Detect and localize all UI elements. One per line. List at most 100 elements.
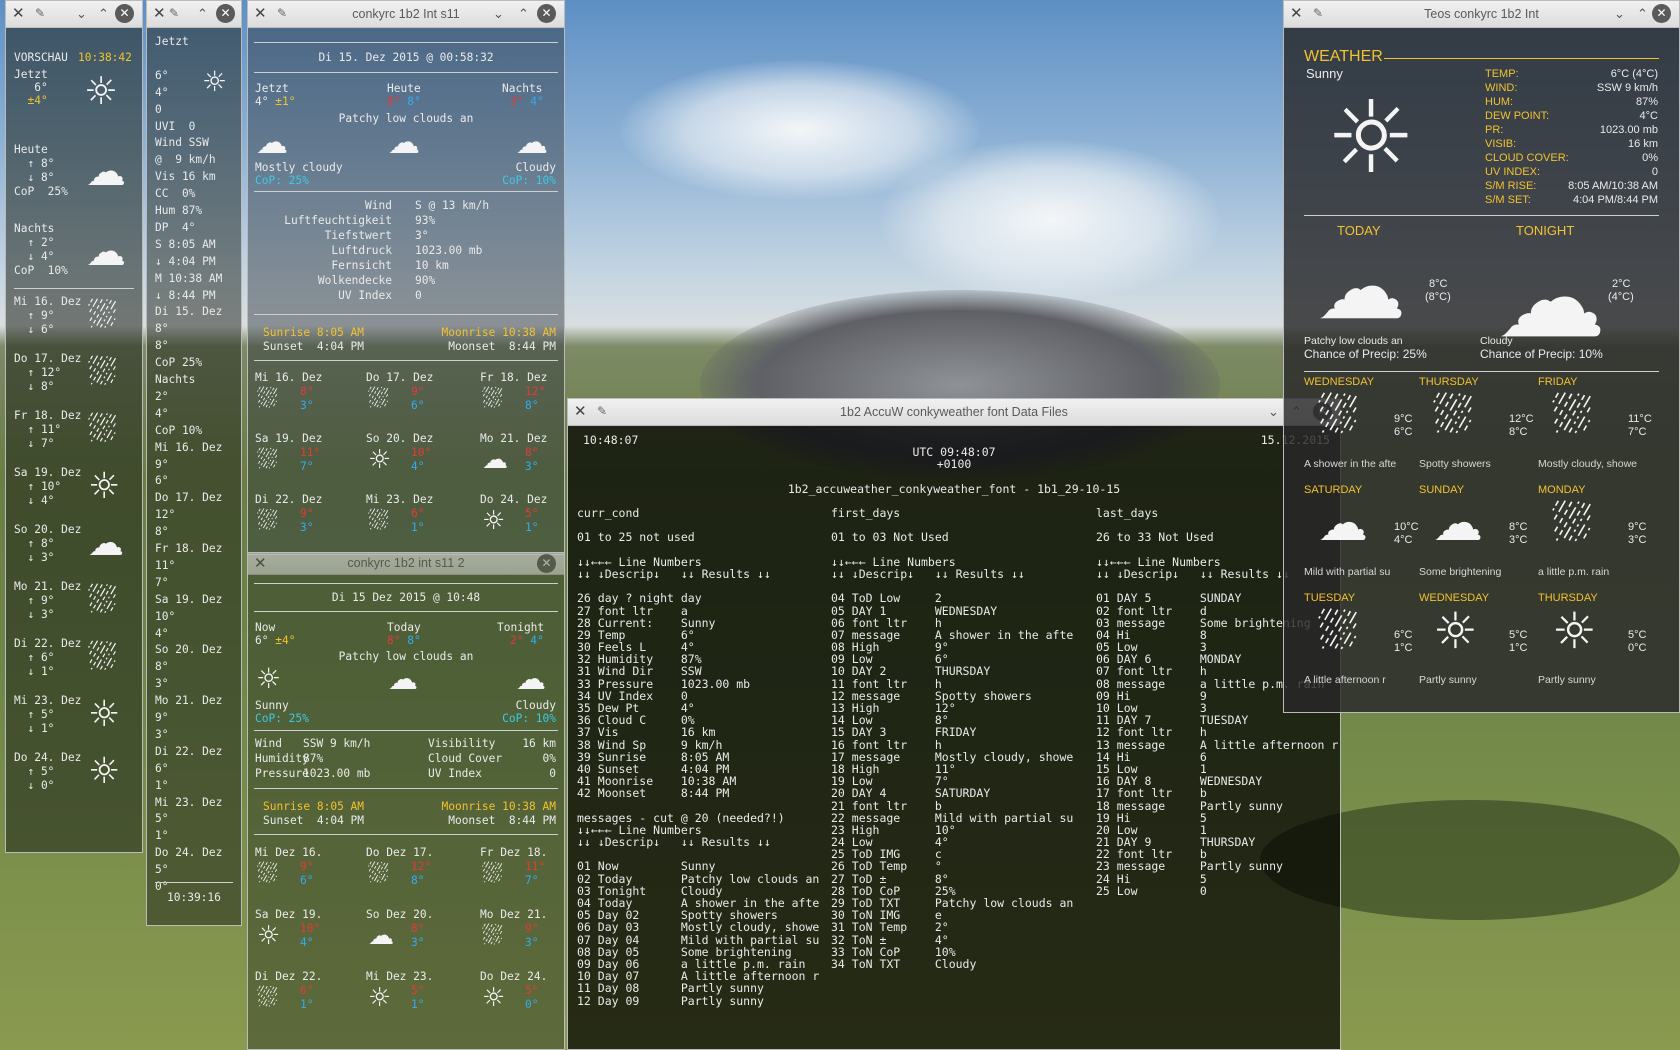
collapse-icon[interactable]: ⌄ — [76, 6, 87, 22]
conky-window-vorschau[interactable]: ✕ ✎ ⌄ ⌃ ✕ VORSCHAU 10:38:42 Jetzt 6° ±4°… — [5, 0, 143, 853]
weather-heading: WEATHER — [1304, 48, 1383, 65]
conky-window-data-files[interactable]: ✕ ✎ 1b2 AccuW conkyweather font Data Fil… — [567, 398, 1341, 1050]
close-icon[interactable]: ✕ — [216, 4, 235, 23]
cloud-sun-icon: ☁ — [1316, 235, 1406, 340]
detail-label: Tiefstwert — [324, 229, 392, 242]
day-low: 6°C — [1394, 426, 1413, 438]
sunset: Sunset 4:04 PM — [263, 814, 365, 827]
pin-icon[interactable]: ✎ — [169, 6, 179, 20]
right-desc: Cloudy — [515, 161, 556, 174]
clock: 10:39:16 — [167, 891, 221, 904]
day-low: ↓ 6° — [14, 323, 55, 336]
title-bar[interactable]: ✕ ✎ Teos conkyrc 1b2 Int ⌄ ⌃ ✕ — [1284, 1, 1679, 28]
window-title: 1b2 AccuW conkyweather font Data Files — [840, 405, 1068, 419]
info-line: 1° — [155, 829, 169, 843]
night-high: ↑ 2° — [14, 236, 55, 249]
day-name: Mo 21. Dez — [480, 432, 548, 445]
sunset: Sunset 4:04 PM — [263, 340, 365, 353]
today-label: Heute — [387, 82, 421, 95]
rain-icon: ⛆ — [1318, 602, 1358, 660]
date-line: Di 15. Dez 2015 @ 00:58:32 — [318, 51, 494, 64]
info-line: ↓ 4:04 PM — [155, 254, 216, 268]
sunrise: Sunrise 8:05 AM — [263, 800, 365, 813]
sky-cloud — [880, 140, 1220, 300]
info-line: Wind SSW — [155, 136, 209, 150]
conky-window-teos[interactable]: ✕ ✎ Teos conkyrc 1b2 Int ⌄ ⌃ ✕ WEATHER S… — [1283, 0, 1680, 713]
stat-value: 16 km — [1628, 138, 1658, 150]
day-high: 6° — [411, 507, 425, 520]
collapse-icon[interactable]: ⌄ — [493, 6, 504, 22]
day-low: ↓ 7° — [14, 437, 55, 450]
rain-icon: ⛆ — [1433, 386, 1473, 444]
title-bar[interactable]: ✕ ✎ 1b2 AccuW conkyweather font Data Fil… — [568, 399, 1340, 426]
expand-icon[interactable]: ⌃ — [1637, 6, 1648, 22]
day-high: 6°C — [1394, 629, 1413, 641]
day-desc: A shower in the afte — [1304, 458, 1397, 470]
pin-icon[interactable]: ✎ — [35, 6, 45, 20]
stat-label: UV INDEX: — [1485, 166, 1541, 178]
expand-icon[interactable]: ⌃ — [197, 6, 208, 22]
day-low: ↓ 3° — [14, 608, 55, 621]
cloud-icon: ☁ — [1318, 494, 1368, 552]
conky-window-s11[interactable]: ✕ ✎ conkyrc 1b2 Int s11 ⌄ ⌃ ✕ Di 15. Dez… — [247, 0, 565, 555]
close-icon[interactable]: ✕ — [1652, 4, 1671, 23]
title-bar[interactable]: ✕ conkyrc 1b2 int s11 2 ✕ — [248, 553, 564, 575]
info-line: Nachts — [155, 373, 196, 386]
info-line: 0 — [155, 102, 162, 116]
day-desc: Mostly cloudy, showe — [1538, 458, 1638, 470]
info-line: 8° — [155, 322, 169, 336]
day-high: 8°C — [1509, 521, 1528, 533]
detail-label: Luftfeuchtigkeit — [284, 214, 392, 227]
day-name: Sa 19. Dez — [14, 466, 82, 479]
detail-label: Luftdruck — [331, 244, 392, 257]
day-low: 3°C — [1509, 534, 1528, 546]
right-desc: Cloudy — [515, 699, 556, 712]
info-line: 8° — [155, 339, 169, 353]
conky-window-narrow[interactable]: ✕ ✎ ⌃ ✕ Jetzt 6° 4° 0 UVI 0 Wind SSW @ 9 km/h V… — [146, 0, 242, 926]
day-name: Do 17. Dez — [14, 352, 82, 365]
sun-icon: ☼ — [202, 65, 228, 98]
day-name: Mo Dez 21. — [480, 908, 548, 921]
day-low: 8°C — [1509, 426, 1528, 438]
day-name: Mi 16. Dez — [255, 371, 323, 384]
day-name: Do Dez 24. — [480, 970, 548, 983]
info-line: Di 22. Dez — [155, 744, 223, 758]
day-name: Mo 21. Dez — [14, 580, 82, 593]
moonrise: Moonrise 10:38 AM — [441, 326, 556, 339]
close-icon[interactable]: ✕ — [537, 4, 556, 23]
close-icon[interactable]: ✕ — [537, 554, 556, 573]
rain-icon: ⛆ — [482, 921, 503, 951]
expand-icon[interactable]: ⌃ — [518, 6, 529, 22]
collapse-icon[interactable]: ⌄ — [1268, 404, 1279, 420]
info-line: 11° — [155, 558, 176, 572]
day-name: Mi 23. Dez — [14, 694, 82, 707]
now-temps: 4° ±1° — [255, 95, 296, 108]
info-line: 5° — [155, 812, 169, 826]
detail-value: 1023.00 mb — [303, 767, 371, 780]
day-name: Di 22. Dez — [255, 493, 323, 506]
today-temps: 8° 8° — [387, 95, 421, 108]
day-low: 4° — [411, 460, 425, 473]
close-icon[interactable]: ✕ — [115, 4, 134, 23]
info-line: 3° — [155, 677, 169, 691]
detail-value: 93% — [415, 214, 436, 227]
stat-label: VISIB: — [1485, 138, 1517, 150]
title-bar[interactable]: ✕ ✎ ⌄ ⌃ ✕ — [6, 1, 142, 28]
today-temps: 8° 8° — [387, 634, 421, 647]
rain-icon: ⛆ — [88, 295, 117, 336]
moonset: Moonset 8:44 PM — [448, 340, 556, 353]
stat-label: DEW POINT: — [1485, 110, 1550, 122]
day-high: 11° — [300, 446, 321, 459]
day-high: 9°C — [1394, 413, 1413, 425]
day-high: ↑ 11° — [14, 423, 62, 436]
title-bar[interactable]: ✕ ✎ ⌃ ✕ — [147, 1, 241, 28]
collapse-icon[interactable]: ⌄ — [1614, 6, 1625, 22]
expand-icon[interactable]: ⌃ — [98, 6, 109, 22]
title-bar[interactable]: ✕ ✎ conkyrc 1b2 Int s11 ⌄ ⌃ ✕ — [248, 1, 564, 28]
tonight-temp: 2°C — [1612, 278, 1631, 290]
today-temp: 8°C — [1429, 278, 1448, 290]
info-line: 9° — [155, 711, 169, 724]
stat-value: 0 — [1651, 166, 1658, 178]
day-name: Sa 19. Dez — [255, 432, 323, 445]
conky-window-s11-2[interactable]: ✕ conkyrc 1b2 int s11 2 ✕ Di 15 Dez 2015… — [247, 552, 565, 1050]
